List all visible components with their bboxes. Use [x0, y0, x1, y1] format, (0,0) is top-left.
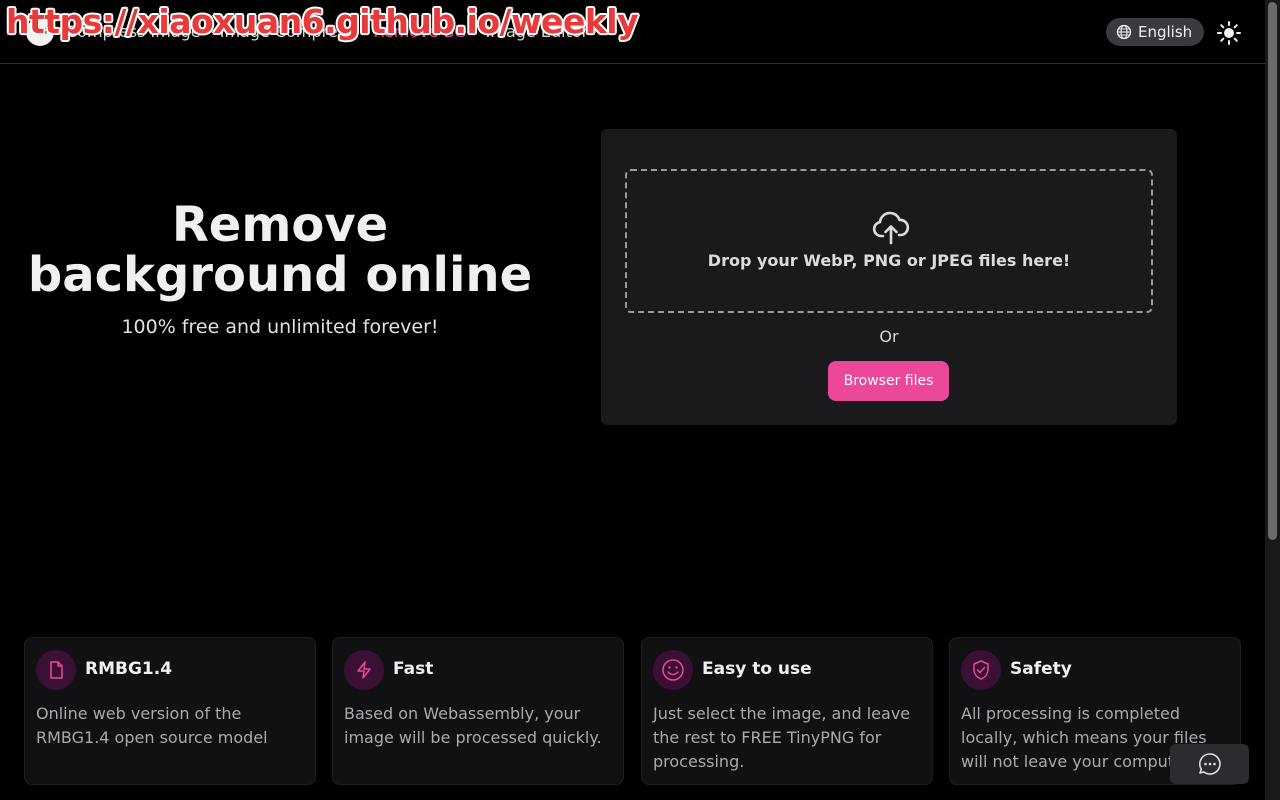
shield-check-icon: [973, 660, 989, 680]
file-icon: [50, 661, 63, 679]
browse-files-button[interactable]: Browser files: [828, 361, 949, 401]
url-watermark: https://xiaoxuan6.github.io/weekly: [6, 2, 639, 41]
globe-icon: [1116, 24, 1132, 40]
language-label: English: [1138, 23, 1193, 41]
feature-title: Easy to use: [702, 659, 812, 679]
chat-button[interactable]: [1170, 744, 1249, 784]
feature-title: RMBG1.4: [85, 659, 173, 679]
chat-bubble-icon: [1198, 753, 1221, 775]
feature-description: Online web version of the RMBG1.4 open s…: [36, 704, 268, 747]
language-selector[interactable]: English: [1106, 18, 1205, 46]
feature-description: Based on Webassembly, your image will be…: [344, 704, 602, 747]
page-subtitle: 100% free and unlimited forever!: [121, 316, 439, 338]
upload-panel: Drop your WebP, PNG or JPEG files here! …: [601, 129, 1177, 425]
lightning-icon: [357, 661, 371, 679]
feature-title: Safety: [1010, 659, 1072, 679]
feature-description: Just select the image, and leave the res…: [653, 704, 911, 771]
feature-card-rmbg: RMBG1.4 Online web version of the RMBG1.…: [24, 637, 316, 785]
sun-icon[interactable]: [1216, 20, 1242, 46]
smile-icon: [662, 659, 684, 681]
file-dropzone[interactable]: Drop your WebP, PNG or JPEG files here!: [625, 169, 1153, 313]
vertical-scrollbar[interactable]: [1265, 0, 1280, 800]
feature-title: Fast: [393, 659, 434, 679]
top-nav-bar: BG Compress Image Image Compress Remove …: [0, 0, 1265, 64]
page-title: Remove background online: [27, 197, 533, 303]
feature-card-fast: Fast Based on Webassembly, your image wi…: [332, 637, 624, 785]
or-divider-text: Or: [879, 327, 899, 346]
scrollbar-thumb[interactable]: [1268, 2, 1277, 540]
feature-card-easy: Easy to use Just select the image, and l…: [641, 637, 933, 785]
cloud-upload-icon: [872, 211, 910, 245]
dropzone-label: Drop your WebP, PNG or JPEG files here!: [707, 251, 1071, 270]
